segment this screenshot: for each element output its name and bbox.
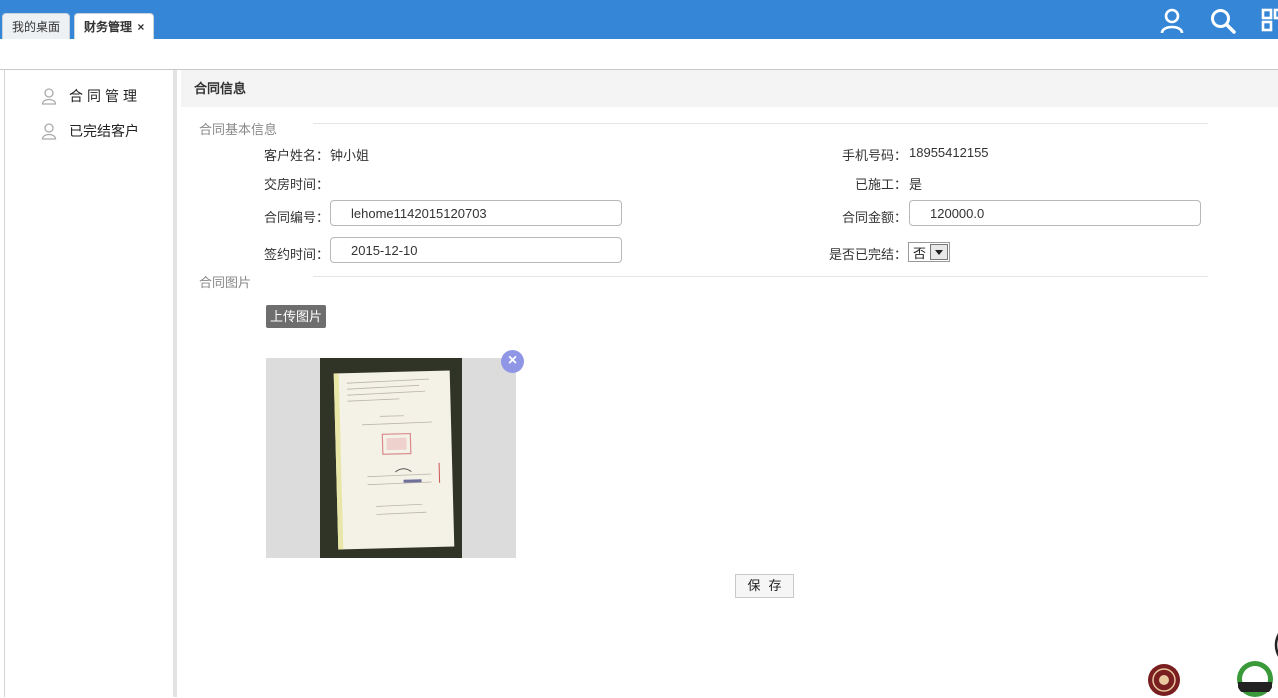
remove-image-button[interactable]: × xyxy=(501,350,524,373)
handover-label: 交房时间： xyxy=(263,177,329,192)
sidebar-item-label: 已完结客户 xyxy=(69,123,139,139)
seal-logo-icon xyxy=(1148,664,1180,696)
contract-paper-image xyxy=(333,370,455,550)
finished-select[interactable]: 否 xyxy=(908,242,951,262)
main-content: 合同信息 合同基本信息 客户姓名： 钟小姐 手机号码： 18955412155 … xyxy=(181,70,1278,697)
user-outline-icon xyxy=(41,123,57,140)
customer-name-label: 客户姓名： xyxy=(263,148,329,163)
image-section-title: 合同图片 xyxy=(199,275,252,290)
grid-icon[interactable] xyxy=(1261,8,1278,34)
contract-image-thumbnail[interactable] xyxy=(266,358,516,558)
sign-date-input[interactable] xyxy=(330,237,622,263)
tab-close-icon[interactable]: × xyxy=(137,20,144,34)
section-divider xyxy=(313,123,1208,124)
amount-input[interactable] xyxy=(909,200,1201,226)
finished-selected-value: 否 xyxy=(913,245,927,261)
phone-label: 手机号码： xyxy=(841,148,907,163)
basic-info-section-title: 合同基本信息 xyxy=(199,122,278,137)
sub-bar xyxy=(0,39,1278,70)
tab-desktop-label: 我的桌面 xyxy=(12,20,61,34)
sidebar: 合同管理 已完结客户 xyxy=(5,70,177,697)
document-scan-icon xyxy=(346,378,441,515)
sign-date-label: 签约时间： xyxy=(263,247,329,262)
sidebar-item-contract-management[interactable]: 合同管理 xyxy=(41,84,141,108)
customer-name-value: 钟小姐 xyxy=(330,148,370,163)
contract-photo xyxy=(320,358,462,558)
save-button[interactable]: 保存 xyxy=(735,574,794,598)
upload-image-button[interactable]: 上传图片 xyxy=(266,305,327,328)
watermark-logo-icon xyxy=(1237,661,1273,697)
search-icon[interactable] xyxy=(1210,8,1236,34)
chevron-down-icon xyxy=(930,244,949,260)
tab-finance-label: 财务管理 xyxy=(84,20,133,34)
contract-no-input[interactable] xyxy=(330,200,622,226)
tab-finance[interactable]: 财务管理 × xyxy=(74,13,155,39)
watermark-edge-icon xyxy=(1274,633,1278,657)
contract-no-label: 合同编号： xyxy=(263,210,329,225)
user-icon[interactable] xyxy=(1159,8,1185,34)
user-outline-icon xyxy=(41,88,57,105)
constructed-value: 是 xyxy=(909,177,923,192)
panel-title: 合同信息 xyxy=(181,70,1278,107)
phone-value: 18955412155 xyxy=(909,145,989,160)
sidebar-item-finished-customers[interactable]: 已完结客户 xyxy=(41,119,139,143)
sidebar-item-label: 合同管理 xyxy=(69,88,141,104)
constructed-label: 已施工： xyxy=(854,177,907,192)
top-bar: 我的桌面 财务管理 × xyxy=(0,0,1278,39)
amount-label: 合同金额： xyxy=(841,210,907,225)
section-divider xyxy=(313,276,1208,277)
finished-label: 是否已完结： xyxy=(828,247,907,262)
tab-desktop[interactable]: 我的桌面 xyxy=(2,13,71,39)
